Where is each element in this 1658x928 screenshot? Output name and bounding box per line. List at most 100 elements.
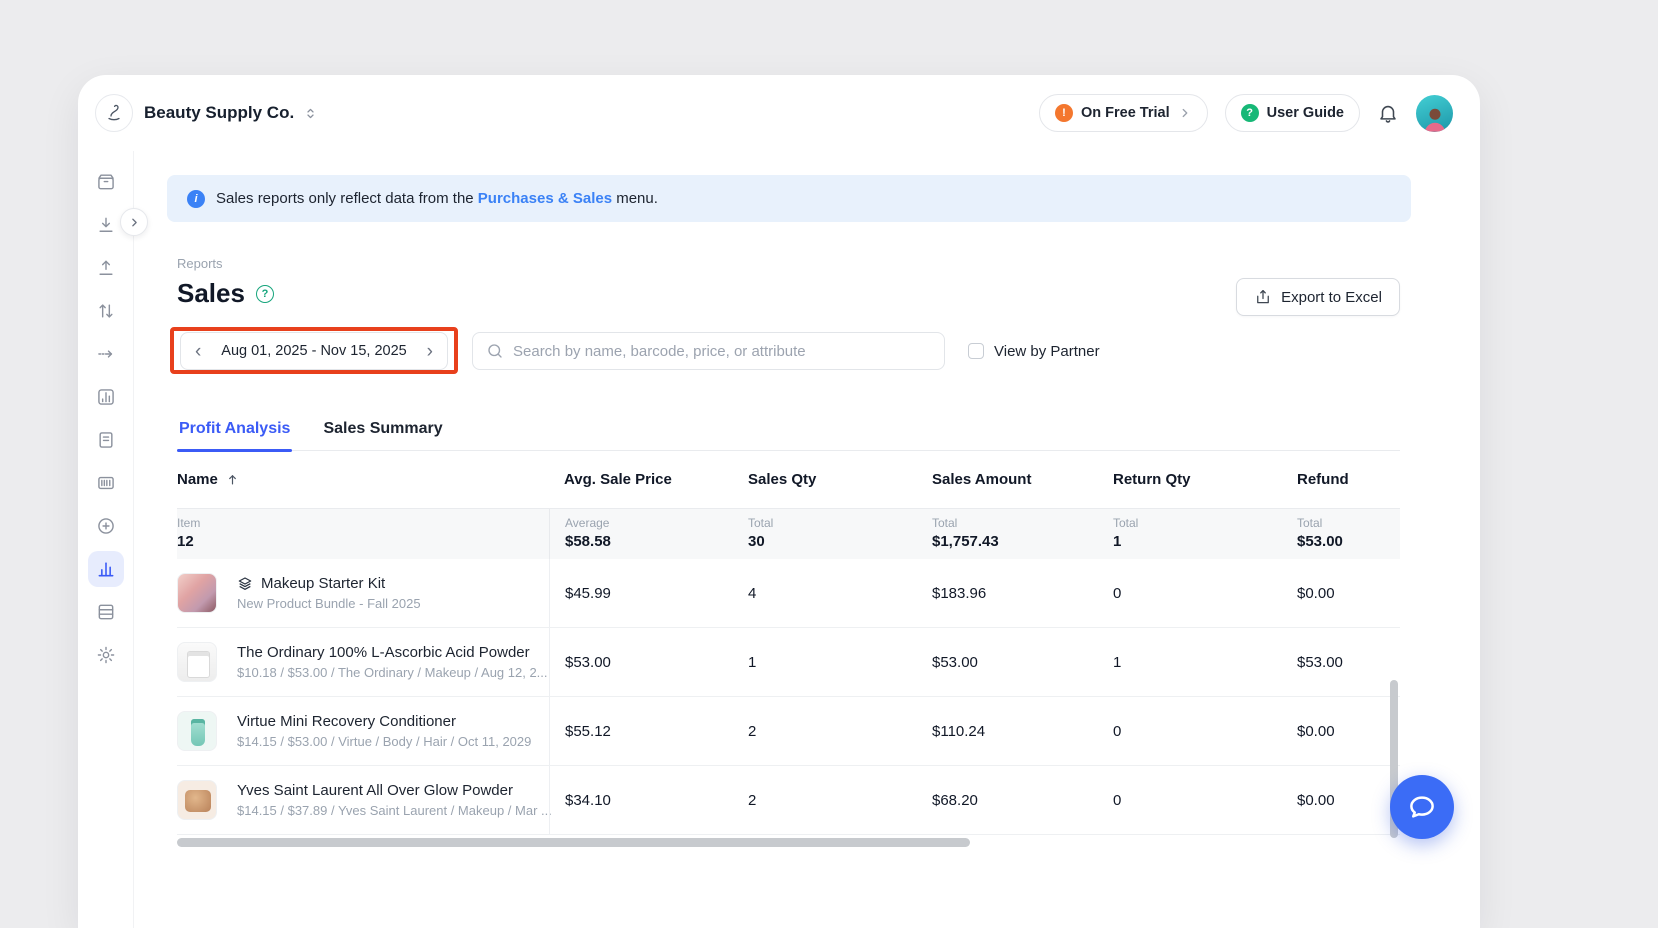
upload-icon xyxy=(96,258,116,278)
summary-refund-cell: Total $53.00 xyxy=(1297,509,1400,559)
rows-icon xyxy=(96,602,116,622)
summary-refund-label: Total xyxy=(1297,516,1400,530)
box-icon xyxy=(96,172,116,192)
product-cell: Virtue Mini Recovery Conditioner $14.15 … xyxy=(177,711,549,751)
plus-circle-icon xyxy=(96,516,116,536)
date-range-label[interactable]: Aug 01, 2025 - Nov 15, 2025 xyxy=(205,343,422,359)
topbar-actions: ! On Free Trial ? User Guide xyxy=(1039,94,1453,132)
product-name: Virtue Mini Recovery Conditioner xyxy=(237,713,456,730)
search-box xyxy=(472,332,945,370)
tab-sales-summary[interactable]: Sales Summary xyxy=(321,407,444,450)
help-icon[interactable]: ? xyxy=(256,285,274,303)
summary-qty-label: Total xyxy=(748,516,932,530)
refund-cell: $0.00 xyxy=(1297,723,1400,740)
sales-amount-cell: $68.20 xyxy=(932,792,1113,809)
gear-icon xyxy=(96,645,116,665)
product-cell: The Ordinary 100% L-Ascorbic Acid Powder… xyxy=(177,642,549,682)
column-header-avg-sale-price[interactable]: Avg. Sale Price xyxy=(549,471,748,488)
chevron-right-icon xyxy=(128,216,141,229)
refund-cell: $0.00 xyxy=(1297,585,1400,602)
sidebar-item-barcode[interactable] xyxy=(88,465,124,501)
avatar-person-icon xyxy=(1420,104,1450,132)
horizontal-scrollbar[interactable] xyxy=(177,838,970,847)
search-input[interactable] xyxy=(513,343,931,360)
column-header-return-qty[interactable]: Return Qty xyxy=(1113,471,1297,488)
notifications-button[interactable] xyxy=(1377,102,1399,124)
sidebar-item-adjustments[interactable] xyxy=(88,293,124,329)
table-row[interactable]: Yves Saint Laurent All Over Glow Powder … xyxy=(177,766,1400,835)
return-qty-cell: 0 xyxy=(1113,792,1297,809)
avg-sale-price-cell: $53.00 xyxy=(549,628,748,696)
date-range-picker: ‹ Aug 01, 2025 - Nov 15, 2025 › xyxy=(180,332,448,370)
return-qty-cell: 1 xyxy=(1113,654,1297,671)
table-row[interactable]: The Ordinary 100% L-Ascorbic Acid Powder… xyxy=(177,628,1400,697)
tab-profit-analysis[interactable]: Profit Analysis xyxy=(177,407,292,450)
summary-return-value: 1 xyxy=(1113,533,1297,550)
sidebar-item-catalog[interactable] xyxy=(88,164,124,200)
profit-analysis-table: Name Avg. Sale Price Sales Qty Sales Amo… xyxy=(177,451,1400,835)
sidebar-item-data[interactable] xyxy=(88,594,124,630)
breadcrumb: Reports xyxy=(177,256,223,271)
sales-qty-cell: 2 xyxy=(748,723,932,740)
product-image xyxy=(177,642,217,682)
chevron-right-icon xyxy=(1178,106,1192,120)
sidebar-item-stock-in[interactable] xyxy=(88,207,124,243)
alert-badge-icon: ! xyxy=(1055,104,1073,122)
info-banner: i Sales reports only reflect data from t… xyxy=(167,175,1411,222)
sidebar-expand-button[interactable] xyxy=(120,208,148,236)
sales-amount-cell: $53.00 xyxy=(932,654,1113,671)
date-prev-button[interactable]: ‹ xyxy=(191,342,205,361)
sidebar-item-analytics[interactable] xyxy=(88,379,124,415)
sidebar-item-reports[interactable] xyxy=(88,551,124,587)
table-row[interactable]: Virtue Mini Recovery Conditioner $14.15 … xyxy=(177,697,1400,766)
user-guide-button[interactable]: ? User Guide xyxy=(1225,94,1360,132)
column-header-sales-qty[interactable]: Sales Qty xyxy=(748,471,932,488)
top-bar: Beauty Supply Co. ! On Free Trial ? User… xyxy=(78,75,1480,151)
chat-bubble-icon xyxy=(1407,792,1437,822)
summary-avg-cell: Average $58.58 xyxy=(549,509,748,559)
purchases-sales-link[interactable]: Purchases & Sales xyxy=(478,190,612,207)
column-header-refund[interactable]: Refund xyxy=(1297,471,1400,488)
user-avatar[interactable] xyxy=(1416,95,1453,132)
export-to-excel-button[interactable]: Export to Excel xyxy=(1236,278,1400,316)
date-next-button[interactable]: › xyxy=(423,342,437,361)
sidebar-item-transfer[interactable] xyxy=(88,336,124,372)
banner-text-prefix: Sales reports only reflect data from the xyxy=(216,190,478,207)
return-qty-cell: 0 xyxy=(1113,723,1297,740)
sidebar-item-stock-out[interactable] xyxy=(88,250,124,286)
company-logo xyxy=(95,94,133,132)
export-icon xyxy=(1254,288,1272,306)
sidebar-item-documents[interactable] xyxy=(88,422,124,458)
table-row[interactable]: Makeup Starter Kit New Product Bundle - … xyxy=(177,559,1400,628)
app-window: Beauty Supply Co. ! On Free Trial ? User… xyxy=(78,75,1480,928)
page-title: Sales xyxy=(177,278,245,309)
sidebar-item-settings[interactable] xyxy=(88,637,124,673)
search-icon xyxy=(486,342,504,360)
beauty-logo-icon xyxy=(102,101,126,125)
summary-amount-value: $1,757.43 xyxy=(932,533,1113,550)
column-header-sales-amount[interactable]: Sales Amount xyxy=(932,471,1113,488)
barcode-icon xyxy=(96,473,116,493)
free-trial-button[interactable]: ! On Free Trial xyxy=(1039,94,1208,132)
summary-return-label: Total xyxy=(1113,516,1297,530)
summary-return-cell: Total 1 xyxy=(1113,509,1297,559)
chevron-up-down-icon xyxy=(303,106,318,121)
bundle-layers-icon xyxy=(237,576,253,592)
avg-sale-price-cell: $55.12 xyxy=(549,697,748,765)
return-qty-cell: 0 xyxy=(1113,585,1297,602)
view-by-partner-label: View by Partner xyxy=(994,343,1100,360)
chat-widget-button[interactable] xyxy=(1390,775,1454,839)
download-icon xyxy=(96,215,116,235)
product-cell: Yves Saint Laurent All Over Glow Powder … xyxy=(177,780,549,820)
product-subtitle: $10.18 / $53.00 / The Ordinary / Makeup … xyxy=(237,665,548,680)
name-header-label: Name xyxy=(177,471,218,488)
product-name: Yves Saint Laurent All Over Glow Powder xyxy=(237,782,513,799)
column-header-name[interactable]: Name xyxy=(177,471,549,488)
company-switcher-button[interactable] xyxy=(303,106,318,121)
summary-refund-value: $53.00 xyxy=(1297,533,1400,550)
view-by-partner-checkbox[interactable] xyxy=(968,343,984,359)
table-header-row: Name Avg. Sale Price Sales Qty Sales Amo… xyxy=(177,451,1400,509)
view-by-partner-toggle: View by Partner xyxy=(968,332,1100,370)
sidebar-item-add[interactable] xyxy=(88,508,124,544)
product-image xyxy=(177,573,217,613)
